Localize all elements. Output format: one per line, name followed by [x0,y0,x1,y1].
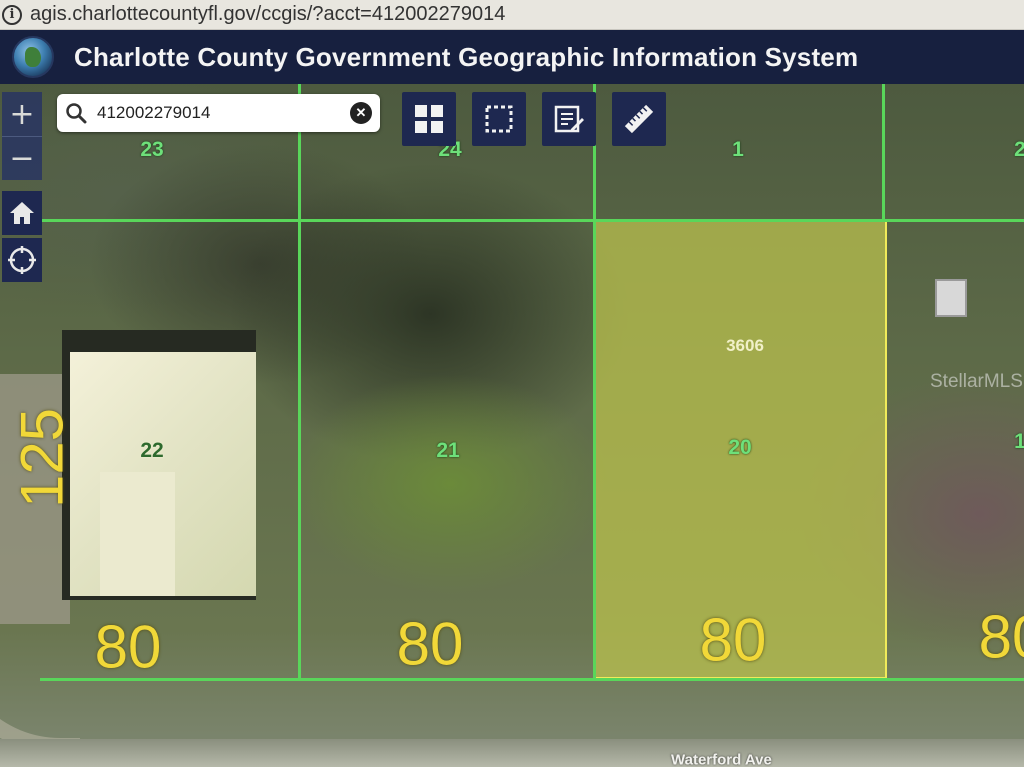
search-input[interactable] [97,103,350,123]
search-icon [66,103,87,124]
edit-notes-icon [554,105,584,133]
depth-dimension: 125 [8,407,76,509]
zoom-out-button[interactable]: − [2,136,42,180]
frontage-dimension-3: 80 [699,606,767,674]
home-icon [10,202,34,224]
lot-number-22: 22 [140,439,164,462]
lot-number-20: 20 [728,436,752,459]
house-roof [70,352,256,596]
basemap-gallery-button[interactable] [402,92,456,146]
app-header: Charlotte County Government Geographic I… [0,30,1024,84]
clear-search-icon[interactable]: ✕ [350,102,372,124]
street-label: Waterford Ave [671,751,772,767]
map-view[interactable]: 23 24 1 2 22 21 20 1 3606 80 80 80 80 12… [0,84,1024,767]
lot-line-horizontal-bottom [40,678,1024,681]
parcel-address-number: 3606 [726,336,764,355]
browser-address-bar[interactable]: i agis.charlottecountyfl.gov/ccgis/?acct… [0,0,1024,30]
select-area-icon [485,105,513,133]
app-title: Charlotte County Government Geographic I… [74,41,859,72]
measure-ruler-icon [624,104,654,134]
frontage-dimension-4: 80 [978,603,1024,671]
street-road [0,739,1024,767]
basemap-grid-icon [415,105,443,133]
lot-number-2: 2 [1014,138,1024,161]
neighbor-structure [935,279,967,317]
lot-line-vertical-1 [298,84,301,681]
watermark: StellarMLS [930,371,1023,392]
measure-button[interactable] [612,92,666,146]
lot-line-vertical-2 [593,84,596,681]
lot-number-21: 21 [436,439,460,462]
locate-icon [8,246,36,274]
zoom-in-button[interactable]: + [2,92,42,136]
edit-notes-button[interactable] [542,92,596,146]
lot-line-horizontal-top [40,219,1024,222]
select-area-button[interactable] [472,92,526,146]
parcel-search-box: ✕ [57,94,380,132]
zoom-control: + − [2,92,42,180]
county-logo [12,36,54,78]
frontage-dimension-2: 80 [396,610,464,678]
frontage-dimension-1: 80 [94,613,162,681]
lot-number-23: 23 [140,138,164,161]
url-text: agis.charlottecountyfl.gov/ccgis/?acct=4… [30,3,506,25]
lot-line-vertical-3 [882,84,885,221]
lot-number-1: 1 [732,138,744,161]
home-button[interactable] [2,191,42,235]
locate-button[interactable] [2,238,42,282]
lot-number-19: 1 [1014,430,1024,453]
site-info-icon[interactable]: i [2,4,22,25]
